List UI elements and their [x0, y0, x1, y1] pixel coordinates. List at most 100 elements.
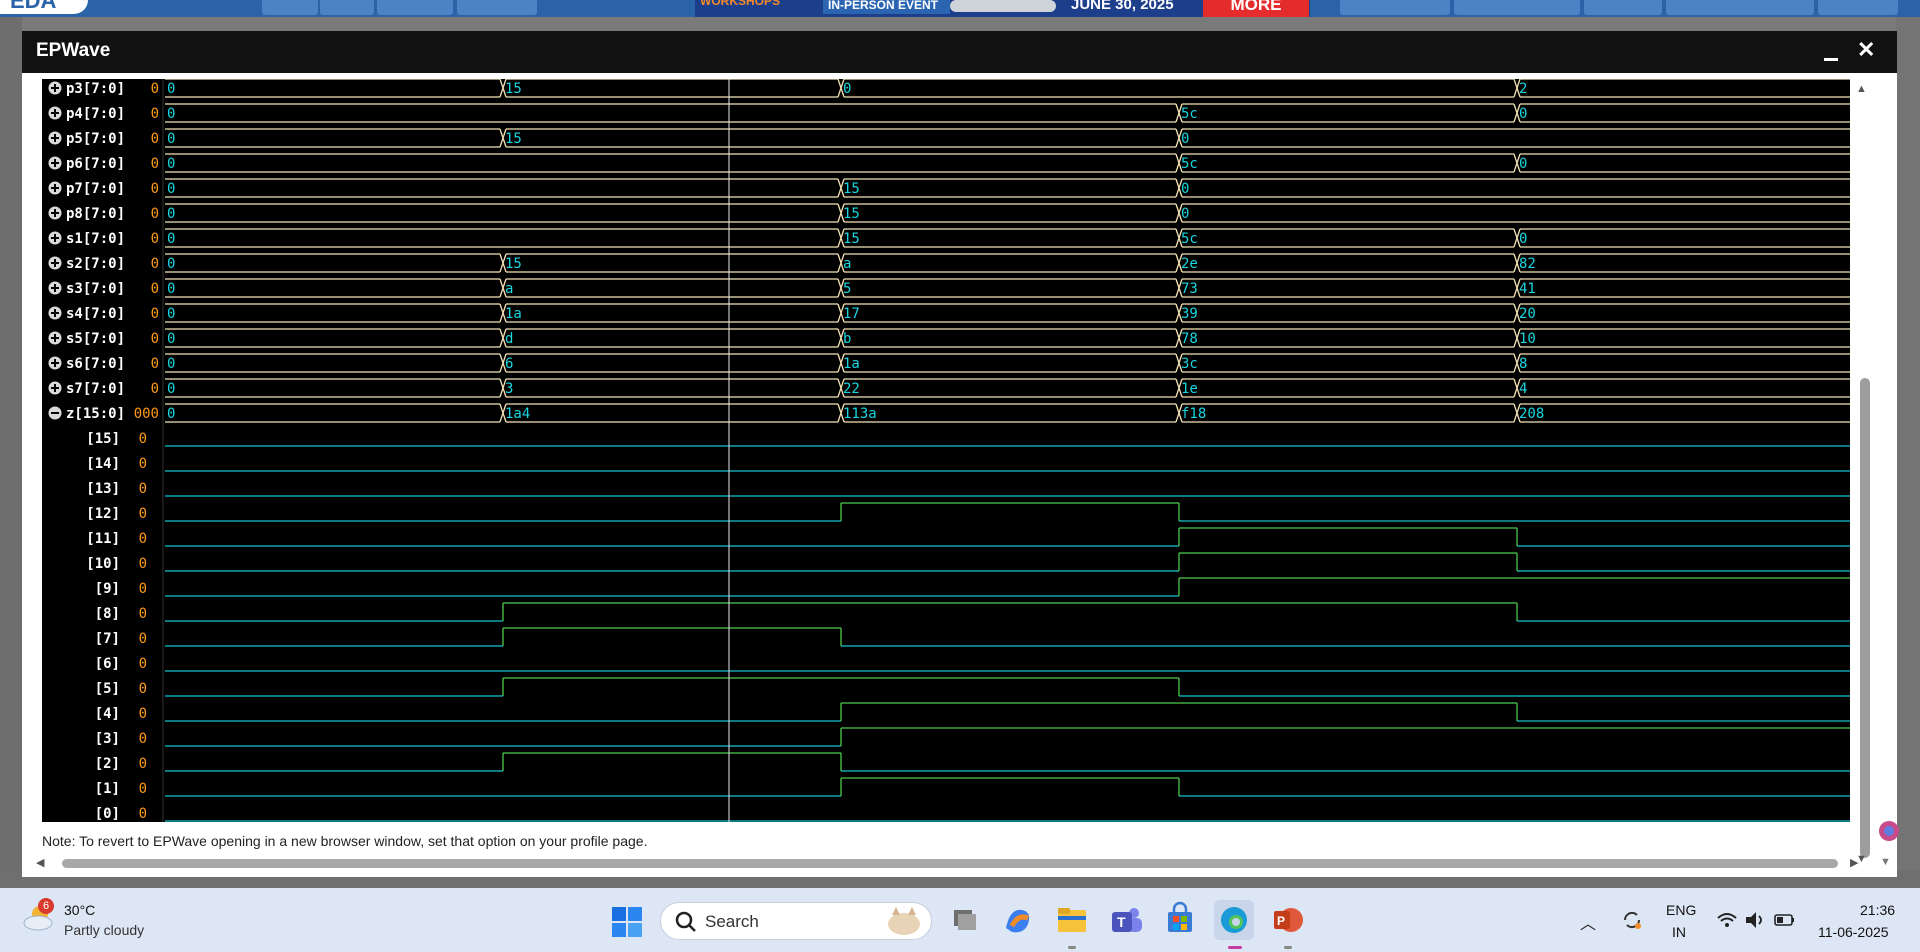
- nav-button[interactable]: [320, 0, 374, 15]
- event-banner[interactable]: WORKSHOPS IN-PERSON EVENT JUNE 30, 2025 …: [695, 0, 1310, 17]
- bus-value-label: 15: [843, 231, 860, 247]
- bus-value-label: 0: [167, 206, 175, 222]
- bus-value-label: 0: [167, 181, 175, 197]
- bus-value-label: 15: [843, 181, 860, 197]
- bit-signal-name[interactable]: [1]: [95, 781, 120, 797]
- modal-header: EPWave ✕: [22, 31, 1897, 73]
- language-indicator-line1[interactable]: ENG: [1666, 902, 1696, 918]
- bus-value-label: 1a: [505, 306, 522, 322]
- bus-value-label: b: [843, 331, 851, 347]
- clock-date[interactable]: 11-06-2025: [1818, 924, 1889, 940]
- nav-button[interactable]: [1454, 0, 1580, 15]
- bit-signal-name[interactable]: [14]: [86, 456, 120, 472]
- bit-signal-name[interactable]: [15]: [86, 431, 120, 447]
- scroll-up-arrow-icon[interactable]: ▲: [1856, 83, 1867, 95]
- bit-signal-name[interactable]: [2]: [95, 756, 120, 772]
- bit-initial-value: 0: [139, 756, 147, 772]
- vertical-scrollbar[interactable]: ▲ ▼: [1852, 83, 1880, 872]
- signal-name[interactable]: z[15:0]: [66, 406, 125, 422]
- nav-button[interactable]: [1340, 0, 1450, 15]
- windows-start-icon[interactable]: [611, 906, 643, 938]
- bus-value-label: 0: [167, 231, 175, 247]
- signal-name[interactable]: p6[7:0]: [66, 156, 125, 172]
- language-indicator-line2[interactable]: IN: [1672, 924, 1686, 940]
- bus-value-label: f18: [1181, 406, 1206, 422]
- bit-signal-name[interactable]: [6]: [95, 656, 120, 672]
- waveform-viewer[interactable]: p3[7:0] 0 0 15 0 2 p4[7:0] 0 0 5c 0 p5[7:0] 0 0 15 0 p6[…: [42, 79, 1850, 822]
- bit-signal-name[interactable]: [9]: [95, 581, 120, 597]
- taskbar-search[interactable]: Search: [660, 902, 932, 940]
- bit-signal-name[interactable]: [8]: [95, 606, 120, 622]
- signal-name[interactable]: s1[7:0]: [66, 231, 125, 247]
- volume-icon[interactable]: [1744, 910, 1766, 930]
- horizontal-scroll-thumb[interactable]: [62, 859, 1838, 868]
- banner-more-button[interactable]: MORE: [1203, 0, 1309, 17]
- bit-signal-name[interactable]: [3]: [95, 731, 120, 747]
- signal-name[interactable]: s2[7:0]: [66, 256, 125, 272]
- signal-name[interactable]: s7[7:0]: [66, 381, 125, 397]
- bus-value-label: 0: [167, 331, 175, 347]
- signal-name[interactable]: p4[7:0]: [66, 106, 125, 122]
- vertical-scroll-thumb[interactable]: [1860, 378, 1870, 858]
- bus-value-label: 8: [1519, 356, 1527, 372]
- signal-name[interactable]: p5[7:0]: [66, 131, 125, 147]
- clock-time[interactable]: 21:36: [1860, 902, 1895, 918]
- scroll-right-arrow-icon[interactable]: ▶: [1850, 856, 1858, 869]
- bit-initial-value: 0: [139, 456, 147, 472]
- active-app-indicator: [1228, 946, 1242, 949]
- bit-signal-name[interactable]: [0]: [95, 806, 120, 822]
- show-hidden-icons-chevron-icon[interactable]: ︿: [1580, 910, 1596, 934]
- file-explorer-icon[interactable]: [1052, 900, 1092, 940]
- bus-value-label: 41: [1519, 281, 1536, 297]
- bit-signal-name[interactable]: [10]: [86, 556, 120, 572]
- bus-value-label: 0: [167, 381, 175, 397]
- signal-name[interactable]: p8[7:0]: [66, 206, 125, 222]
- sync-icon[interactable]: [1620, 908, 1644, 932]
- task-view-icon[interactable]: [944, 900, 984, 940]
- bit-signal-name[interactable]: [11]: [86, 531, 120, 547]
- teams-icon[interactable]: T: [1106, 900, 1146, 940]
- bus-value-label: 5: [843, 281, 851, 297]
- bit-signal-name[interactable]: [12]: [86, 506, 120, 522]
- bit-signal-name[interactable]: [13]: [86, 481, 120, 497]
- page-scroll-down-icon[interactable]: ▼: [1880, 856, 1891, 868]
- edge-browser-icon[interactable]: [1214, 900, 1254, 940]
- signal-name[interactable]: s5[7:0]: [66, 331, 125, 347]
- bit-signal-name[interactable]: [5]: [95, 681, 120, 697]
- nav-button[interactable]: [457, 0, 537, 15]
- bus-value-label: 1a: [843, 356, 860, 372]
- waveform-canvas[interactable]: p3[7:0] 0 0 15 0 2p4[7:0] 0 0 5c 0p5[7:0] 0 0 15 0p6[…: [42, 79, 1850, 822]
- signal-name[interactable]: s4[7:0]: [66, 306, 125, 322]
- scroll-left-arrow-icon[interactable]: ◀: [36, 856, 44, 869]
- nav-button[interactable]: [377, 0, 453, 15]
- bus-value-label: 78: [1181, 331, 1198, 347]
- banner-date: JUNE 30, 2025: [1071, 0, 1174, 13]
- nav-button[interactable]: [262, 0, 318, 15]
- nav-button[interactable]: [1666, 0, 1814, 15]
- svg-text:T: T: [1117, 914, 1126, 930]
- close-button[interactable]: ✕: [1857, 37, 1875, 63]
- bit-signal-name[interactable]: [4]: [95, 706, 120, 722]
- open-app-indicator: [1284, 946, 1292, 949]
- signal-name[interactable]: s6[7:0]: [66, 356, 125, 372]
- nav-button[interactable]: [1584, 0, 1662, 15]
- battery-icon[interactable]: [1774, 912, 1796, 928]
- powerpoint-icon[interactable]: P: [1268, 900, 1308, 940]
- signal-name[interactable]: p3[7:0]: [66, 81, 125, 97]
- assistant-brain-icon[interactable]: [1878, 819, 1900, 843]
- nav-button[interactable]: [1818, 0, 1898, 15]
- horizontal-scrollbar[interactable]: ◀ ▶: [36, 855, 1862, 871]
- bit-signal-name[interactable]: [7]: [95, 631, 120, 647]
- bus-value-label: 0: [1519, 156, 1527, 172]
- signal-name[interactable]: p7[7:0]: [66, 181, 125, 197]
- bus-value-label: 0: [167, 281, 175, 297]
- weather-temperature[interactable]: 30°C: [64, 902, 95, 918]
- weather-condition[interactable]: Partly cloudy: [64, 922, 144, 938]
- signal-name[interactable]: s3[7:0]: [66, 281, 125, 297]
- bus-value-label: 4: [1519, 381, 1527, 397]
- store-icon[interactable]: [1160, 900, 1200, 940]
- copilot-icon[interactable]: [998, 900, 1038, 940]
- minimize-button[interactable]: [1824, 41, 1838, 61]
- bus-value-label: 113a: [843, 406, 877, 422]
- wifi-icon[interactable]: [1716, 910, 1738, 930]
